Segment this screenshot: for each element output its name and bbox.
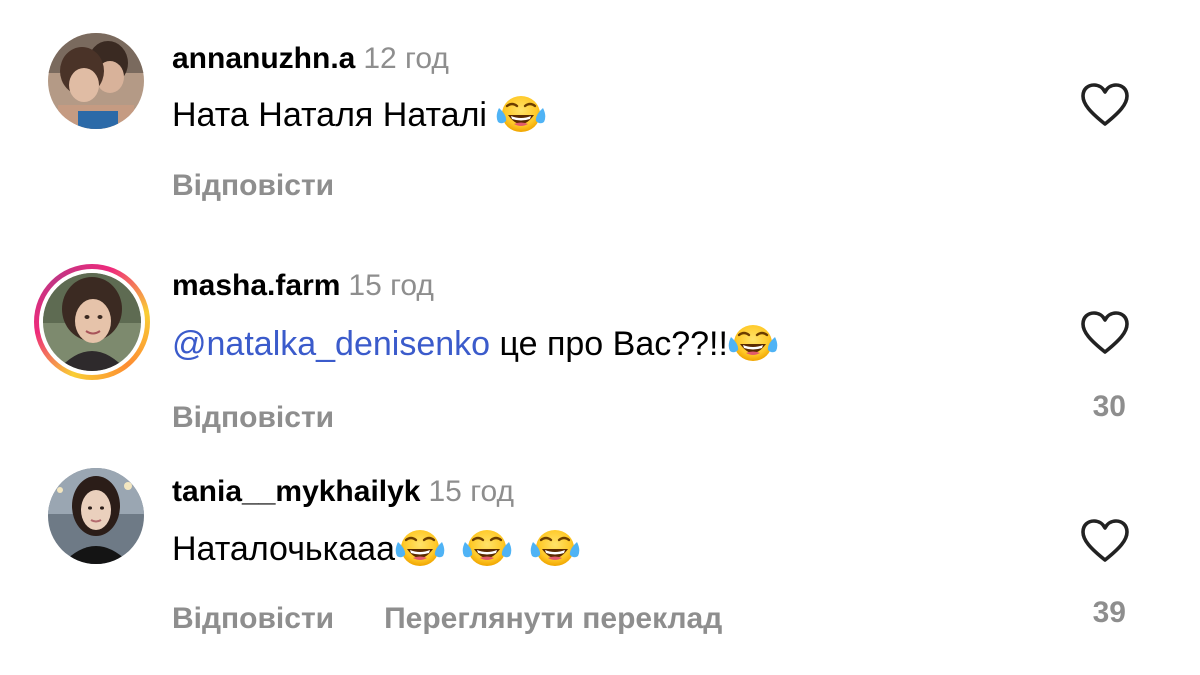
timestamp: 12 год [363, 42, 449, 75]
face-with-tears-of-joy-icon [462, 525, 512, 569]
see-translation-button[interactable]: Переглянути переклад [384, 602, 722, 635]
mention-link[interactable]: @natalka_denisenko [172, 325, 490, 363]
comment-text: Наталочькааа [172, 530, 395, 568]
username[interactable]: tania__mykhailyk [172, 475, 420, 508]
comment-text: це про Вас??!! [490, 325, 728, 363]
comment-text-container: Наталочькааа [172, 527, 580, 573]
username[interactable]: masha.farm [172, 269, 340, 302]
like-count: 39 [1092, 596, 1126, 629]
like-heart-icon[interactable] [1080, 82, 1130, 128]
story-ring[interactable] [34, 264, 150, 380]
like-heart-icon[interactable] [1080, 518, 1130, 564]
comment-text-container: Ната Наталя Наталі [172, 93, 546, 139]
comment-text-container: @natalka_denisenko це про Вас??!! [172, 322, 778, 368]
face-with-tears-of-joy-icon [395, 525, 445, 569]
comment-text: Ната Наталя Наталі [172, 96, 487, 134]
reply-button[interactable]: Відповісти [172, 169, 334, 202]
face-with-tears-of-joy-icon [728, 320, 778, 364]
reply-button[interactable]: Відповісти [172, 602, 334, 635]
like-heart-icon[interactable] [1080, 310, 1130, 356]
username[interactable]: annanuzhn.a [172, 42, 355, 75]
avatar[interactable] [48, 33, 144, 129]
avatar[interactable] [43, 273, 141, 371]
face-with-tears-of-joy-icon [530, 525, 580, 569]
reply-button[interactable]: Відповісти [172, 401, 334, 434]
face-with-tears-of-joy-icon [496, 91, 546, 135]
timestamp: 15 год [428, 475, 515, 508]
like-count: 30 [1092, 390, 1126, 423]
avatar[interactable] [48, 468, 144, 564]
timestamp: 15 год [348, 269, 434, 302]
